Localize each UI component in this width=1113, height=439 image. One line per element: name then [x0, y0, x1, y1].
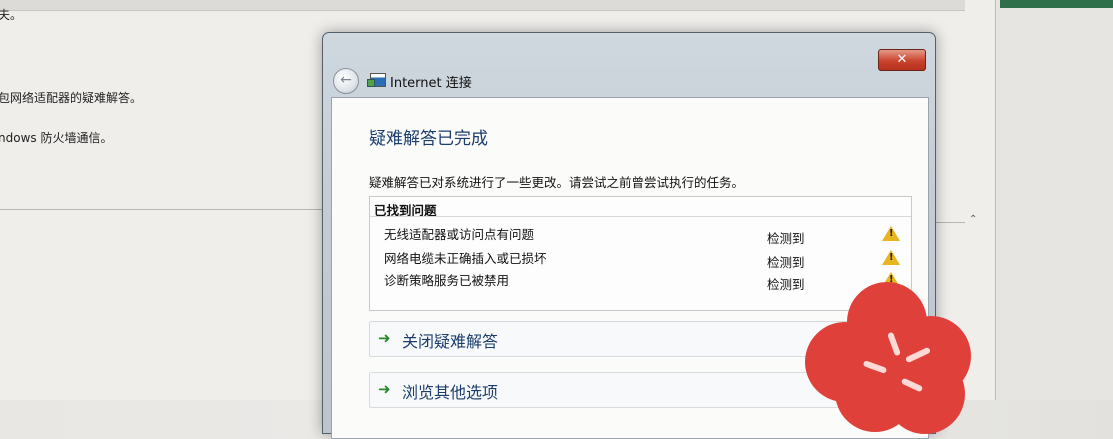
issues-divider — [370, 216, 911, 217]
issue-name: 诊断策略服务已被禁用 — [384, 273, 510, 288]
warning-icon — [882, 226, 900, 241]
background-right-panel — [996, 0, 1113, 400]
explore-other-options-label: 浏览其他选项 — [402, 383, 499, 402]
chevron-up-icon[interactable]: ⌃ — [969, 214, 977, 225]
issue-row: 网络电缆未正确插入或已损坏 检测到 — [370, 248, 911, 272]
issue-status: 检测到 — [767, 231, 805, 246]
background-right-strip — [1000, 0, 1113, 8]
flower-sticker — [805, 282, 985, 434]
issue-status: 检测到 — [767, 277, 805, 292]
green-arrow-icon: ➜ — [378, 380, 391, 398]
close-button[interactable]: ✕ — [878, 49, 926, 71]
issue-status: 检测到 — [767, 255, 805, 270]
background-divider — [0, 209, 330, 210]
page-title: 疑难解答已完成 — [369, 129, 488, 149]
background-text-3: ndows 防火墙通信。 — [0, 131, 113, 145]
issue-name: 无线适配器或访问点有问题 — [384, 227, 535, 242]
network-troubleshooter-icon — [367, 73, 386, 87]
background-text-1: 夫。 — [0, 8, 23, 22]
description-text: 疑难解答已对系统进行了一些更改。请尝试之前曾尝试执行的任务。 — [369, 175, 745, 190]
background-window-topbar — [0, 0, 965, 11]
sticker-petal — [885, 354, 965, 434]
issue-name: 网络电缆未正确插入或已损坏 — [384, 251, 547, 266]
close-troubleshooter-label: 关闭疑难解答 — [402, 332, 499, 351]
issue-row: 无线适配器或访问点有问题 检测到 — [370, 224, 911, 248]
green-arrow-icon: ➜ — [378, 329, 391, 347]
warning-icon — [882, 250, 900, 265]
dialog-title: Internet 连接 — [390, 76, 472, 91]
back-arrow-icon[interactable]: ← — [333, 68, 359, 94]
background-text-2: 包网络适配器的疑难解答。 — [0, 91, 143, 105]
